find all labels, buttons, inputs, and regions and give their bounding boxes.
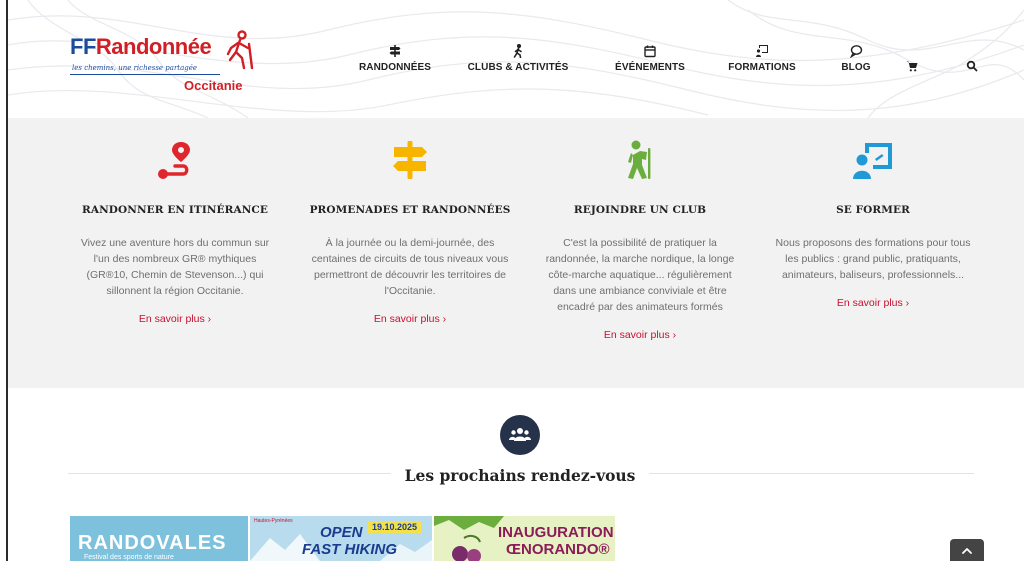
- feature-former: SE FORMER Nous proposons des formations …: [758, 140, 988, 311]
- learn-more-link[interactable]: En savoir plus ›: [837, 297, 909, 309]
- feature-description: Nous proposons des formations pour tous …: [775, 237, 971, 281]
- feature-itinerance: RANDONNER EN ITINÉRANCE Vivez une aventu…: [60, 140, 290, 327]
- feature-promenades: PROMENADES ET RANDONNÉES À la journée ou…: [295, 140, 525, 327]
- feature-description: À la journée ou la demi-journée, des cen…: [311, 237, 509, 297]
- event-card-oenorando[interactable]: INAUGURATION ŒNORANDO®: [434, 516, 615, 561]
- events-section-title: Les prochains rendez-vous: [0, 466, 1024, 485]
- group-icon: [500, 415, 540, 455]
- search-icon[interactable]: [966, 60, 978, 72]
- chevron-up-icon: [962, 547, 972, 554]
- nav-label: FORMATIONS: [728, 62, 796, 73]
- events-carousel: RANDOVALES Festival des sports de nature…: [70, 516, 615, 561]
- nav-item-blog[interactable]: BLOG: [826, 44, 886, 84]
- learn-more-link[interactable]: En savoir plus ›: [374, 313, 446, 325]
- nav-item-randonnees[interactable]: RANDONNÉES: [355, 44, 435, 84]
- teacher-board-icon: [853, 143, 892, 179]
- feature-title: SE FORMER: [836, 204, 910, 216]
- scroll-to-top-button[interactable]: [950, 539, 984, 561]
- nav-item-evenements[interactable]: ÉVÉNEMENTS: [610, 44, 690, 84]
- site-header: FFRandonnée les chemins, une richesse pa…: [8, 0, 1024, 118]
- event-card-open-fast-hiking[interactable]: Hautes-Pyrénées OPEN FAST HIKING 19.10.2…: [250, 516, 432, 561]
- main-nav: RANDONNÉES CLUBS & ACTIVITÉS ÉVÉNEMENTS …: [8, 44, 1024, 84]
- nav-label: RANDONNÉES: [358, 62, 432, 73]
- feature-description: C'est la possibilité de pratiquer la ran…: [545, 237, 735, 313]
- hiker-icon: [628, 140, 651, 179]
- group-glyph: [509, 428, 531, 441]
- feature-title: REJOINDRE UN CLUB: [573, 204, 707, 216]
- cart-icon[interactable]: [906, 60, 918, 72]
- nav-label: BLOG: [841, 62, 871, 73]
- feature-title: PROMENADES ET RANDONNÉES: [309, 204, 511, 216]
- learn-more-link[interactable]: En savoir plus ›: [604, 329, 676, 341]
- signpost-icon: [389, 45, 401, 57]
- nav-label: CLUBS & ACTIVITÉS: [467, 62, 569, 73]
- features-section: RANDONNER EN ITINÉRANCE Vivez une aventu…: [8, 118, 1024, 388]
- teacher-board-icon: [756, 45, 768, 57]
- feature-title: RANDONNER EN ITINÉRANCE: [82, 204, 268, 216]
- calendar-icon: [644, 45, 656, 58]
- feature-description: Vivez une aventure hors du commun sur l'…: [80, 237, 270, 297]
- learn-more-link[interactable]: En savoir plus ›: [139, 313, 211, 325]
- chat-bubble-icon: [849, 45, 863, 58]
- feature-club: REJOINDRE UN CLUB C'est la possibilité d…: [525, 140, 755, 343]
- signpost-icon: [393, 141, 427, 179]
- event-card-randovales[interactable]: RANDOVALES Festival des sports de nature: [70, 516, 248, 561]
- nav-item-clubs[interactable]: CLUBS & ACTIVITÉS: [462, 44, 574, 84]
- nav-item-formations[interactable]: FORMATIONS: [722, 44, 802, 84]
- route-pin-icon: [158, 142, 190, 179]
- nav-label: ÉVÉNEMENTS: [615, 62, 685, 73]
- walker-icon: [513, 44, 522, 58]
